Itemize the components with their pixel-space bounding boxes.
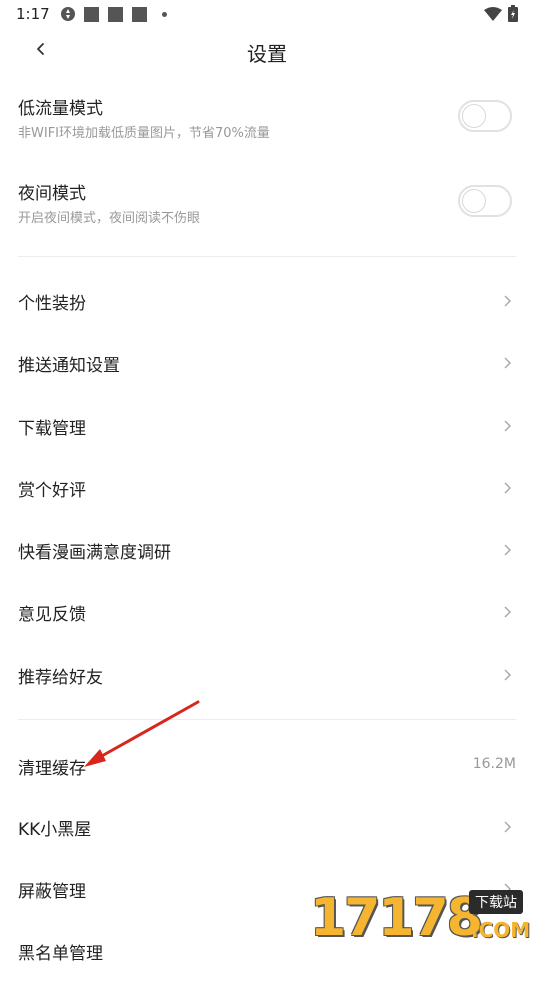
status-time: 1:17 xyxy=(16,5,50,23)
section-divider xyxy=(18,256,516,257)
menu-item-label: 下载管理 xyxy=(18,419,86,439)
night-mode-subtitle: 开启夜间模式，夜间阅读不伤眼 xyxy=(18,211,201,226)
more-notifications-icon xyxy=(162,12,167,17)
menu-item-push-settings[interactable]: 推送通知设置 xyxy=(0,333,534,393)
menu-item-label: 快看漫画满意度调研 xyxy=(18,543,171,563)
night-mode-title: 夜间模式 xyxy=(18,184,86,204)
low-data-mode-row: 低流量模式 非WIFI环境加载低质量图片，节省70%流量 xyxy=(0,94,534,164)
menu-item-label: 屏蔽管理 xyxy=(18,882,86,902)
watermark-number: 17178 xyxy=(310,888,483,948)
menu-item-label: 个性装扮 xyxy=(18,294,86,314)
low-data-mode-title: 低流量模式 xyxy=(18,99,103,119)
watermark-logo: 17178 下载站 .COM xyxy=(306,884,534,950)
cache-size: 16.2M xyxy=(472,756,516,772)
menu-item-rate-app[interactable]: 赏个好评 xyxy=(0,458,534,518)
low-data-mode-subtitle: 非WIFI环境加载低质量图片，节省70%流量 xyxy=(18,126,270,141)
watermark-domain: .COM xyxy=(471,918,531,942)
menu-item-kk-blackroom[interactable]: KK小黑屋 xyxy=(0,797,534,857)
menu-item-clear-cache[interactable]: 清理缓存 16.2M xyxy=(0,736,534,796)
menu-item-label: 意见反馈 xyxy=(18,605,86,625)
menu-item-feedback[interactable]: 意见反馈 xyxy=(0,582,534,642)
toggle-knob xyxy=(462,189,486,213)
menu-item-label: 推送通知设置 xyxy=(18,356,120,376)
night-mode-toggle[interactable] xyxy=(458,185,512,217)
low-data-mode-toggle[interactable] xyxy=(458,100,512,132)
menu-item-personal-style[interactable]: 个性装扮 xyxy=(0,271,534,331)
menu-item-label: KK小黑屋 xyxy=(18,820,92,840)
battery-icon xyxy=(508,5,518,22)
section-divider xyxy=(18,719,516,720)
notification-icon xyxy=(84,7,99,22)
chevron-right-icon xyxy=(504,482,512,494)
page-title: 设置 xyxy=(247,42,287,66)
notification-icon xyxy=(132,7,147,22)
chevron-right-icon xyxy=(504,544,512,556)
menu-item-label: 赏个好评 xyxy=(18,481,86,501)
watermark-tag: 下载站 xyxy=(469,890,523,914)
sync-icon xyxy=(61,7,75,21)
chevron-right-icon xyxy=(504,821,512,833)
wifi-icon xyxy=(484,7,502,21)
notification-icon xyxy=(108,7,123,22)
chevron-right-icon xyxy=(504,357,512,369)
chevron-right-icon xyxy=(504,295,512,307)
header: 设置 xyxy=(0,28,534,74)
chevron-right-icon xyxy=(504,669,512,681)
menu-item-download-manager[interactable]: 下载管理 xyxy=(0,396,534,456)
menu-item-satisfaction-survey[interactable]: 快看漫画满意度调研 xyxy=(0,520,534,580)
chevron-right-icon xyxy=(504,606,512,618)
menu-item-label: 黑名单管理 xyxy=(18,944,103,964)
menu-item-label: 推荐给好友 xyxy=(18,668,103,688)
chevron-right-icon xyxy=(504,420,512,432)
toggle-knob xyxy=(462,104,486,128)
status-bar: 1:17 xyxy=(0,0,534,28)
night-mode-row: 夜间模式 开启夜间模式，夜间阅读不伤眼 xyxy=(0,179,534,249)
menu-item-recommend-friends[interactable]: 推荐给好友 xyxy=(0,645,534,705)
menu-item-label: 清理缓存 xyxy=(18,759,86,779)
